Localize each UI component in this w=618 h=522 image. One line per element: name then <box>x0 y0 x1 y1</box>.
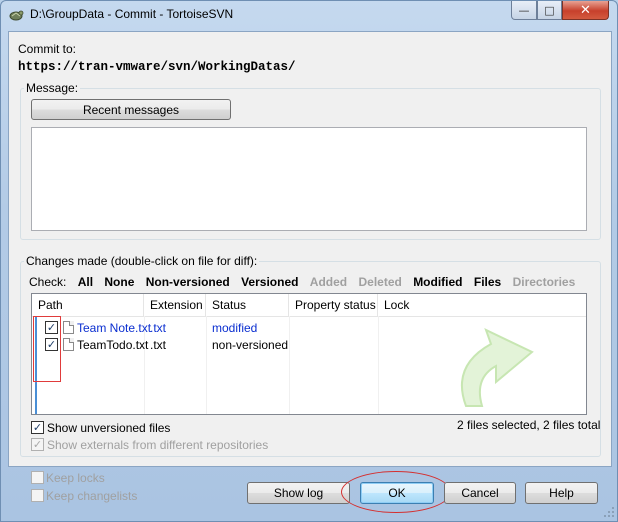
commit-url: https://tran-vmware/svn/WorkingDatas/ <box>18 60 296 74</box>
filter-versioned[interactable]: Versioned <box>241 275 298 289</box>
show-unversioned-checkbox[interactable]: ✓ <box>31 421 44 434</box>
row-path: Team Note.txt <box>77 321 152 335</box>
tortoisesvn-app-icon <box>9 10 24 21</box>
keep-changelists-label: Keep changelists <box>46 489 138 503</box>
message-group-label: Message: <box>24 81 81 95</box>
filter-all[interactable]: All <box>78 275 93 289</box>
annotation-highlight-box <box>33 316 61 382</box>
column-header-property-status[interactable]: Property status <box>289 294 378 316</box>
show-log-label: Show log <box>273 486 324 500</box>
row-path: TeamTodo.txt <box>77 338 149 352</box>
filter-non-versioned[interactable]: Non-versioned <box>146 275 230 289</box>
filter-modified[interactable]: Modified <box>413 275 462 289</box>
title-bar[interactable]: D:\GroupData - Commit - TortoiseSVN — □ … <box>1 1 617 27</box>
filter-added: Added <box>309 275 348 289</box>
show-log-button[interactable]: Show log <box>247 482 350 504</box>
filter-directories: Directories <box>512 275 576 289</box>
table-row[interactable]: ✓ TeamTodo.txt .txt non-versioned <box>32 336 586 353</box>
close-icon: ✕ <box>580 2 591 18</box>
column-header-extension[interactable]: Extension <box>144 294 206 316</box>
commit-to-label: Commit to: <box>18 42 77 56</box>
changes-group-label: Changes made (double-click on file for d… <box>24 254 260 268</box>
selection-summary: 2 files selected, 2 files total <box>457 418 601 432</box>
recent-messages-button[interactable]: Recent messages <box>31 99 231 120</box>
show-externals-label: Show externals from different repositori… <box>47 438 269 452</box>
table-row[interactable]: ✓ Team Note.txt .txt modified <box>32 319 586 336</box>
cancel-button[interactable]: Cancel <box>444 482 516 504</box>
filter-files[interactable]: Files <box>474 275 501 289</box>
dialog-client-area: Commit to: https://tran-vmware/svn/Worki… <box>8 31 612 467</box>
help-label: Help <box>549 486 574 500</box>
recent-messages-label: Recent messages <box>82 102 180 117</box>
show-externals-checkbox: ✓ <box>31 438 44 451</box>
filter-deleted: Deleted <box>358 275 402 289</box>
show-unversioned-label: Show unversioned files <box>47 421 171 435</box>
annotation-highlight-ellipse <box>341 471 451 513</box>
maximize-icon: □ <box>544 3 555 17</box>
text-file-icon <box>63 338 74 351</box>
minimize-button[interactable]: — <box>511 1 537 20</box>
column-header-status[interactable]: Status <box>206 294 289 316</box>
resize-grip-icon[interactable] <box>603 506 615 518</box>
changes-file-list[interactable]: Path Extension Status Property status Lo… <box>31 293 587 415</box>
row-status: modified <box>212 321 258 335</box>
message-textarea[interactable] <box>31 127 587 231</box>
row-status: non-versioned <box>212 338 289 352</box>
keep-changelists-checkbox <box>31 489 44 502</box>
cancel-label: Cancel <box>461 486 499 500</box>
keep-locks-checkbox <box>31 471 44 484</box>
commit-dialog-window: D:\GroupData - Commit - TortoiseSVN — □ … <box>0 0 618 522</box>
window-title: D:\GroupData - Commit - TortoiseSVN <box>30 7 234 21</box>
minimize-icon: — <box>518 3 530 17</box>
close-button[interactable]: ✕ <box>562 1 609 20</box>
column-header-lock[interactable]: Lock <box>378 294 586 316</box>
keep-locks-label: Keep locks <box>46 471 105 485</box>
check-filter-row: Check: All None Non-versioned Versioned … <box>29 275 583 289</box>
filter-none[interactable]: None <box>104 275 134 289</box>
text-file-icon <box>63 321 74 334</box>
row-extension: .txt <box>150 338 167 352</box>
row-extension: .txt <box>150 321 167 335</box>
maximize-button[interactable]: □ <box>537 1 562 20</box>
column-header-path[interactable]: Path <box>32 294 144 316</box>
check-label: Check: <box>29 275 67 289</box>
help-button[interactable]: Help <box>525 482 598 504</box>
